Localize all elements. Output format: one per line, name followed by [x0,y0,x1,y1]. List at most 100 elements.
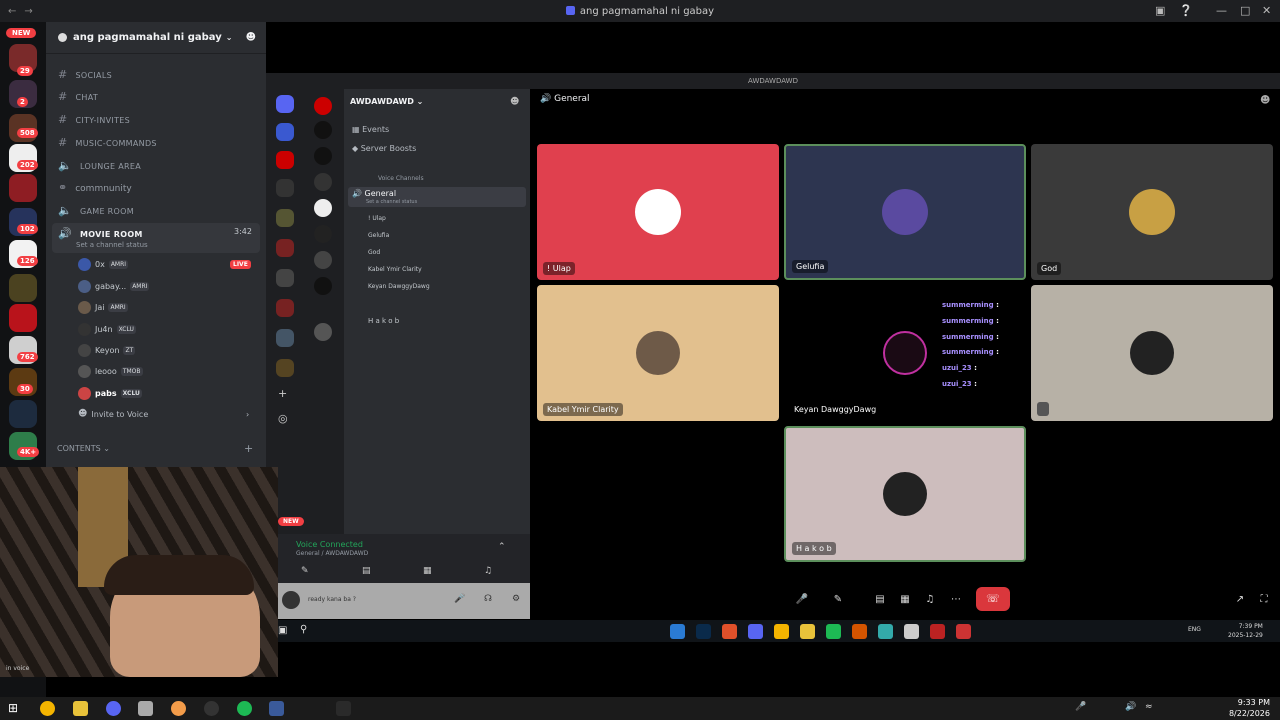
menu-events[interactable]: ▦ Events [352,125,389,134]
server-icon[interactable] [314,199,332,217]
chrome-icon[interactable] [774,624,789,639]
participant-tile[interactable]: God [1031,144,1273,280]
headphones-icon[interactable]: ☊ [484,594,492,604]
screen-share-icon[interactable]: ▤ [362,566,371,576]
channel-lounge-area[interactable]: 🔈 LOUNGE AREA [58,159,141,172]
mic-icon[interactable]: 🎤 [1075,702,1086,712]
settings-gear-icon[interactable]: ⚙ [512,594,520,604]
server-icon[interactable] [314,121,332,139]
members-icon[interactable]: ☻ [1260,95,1270,106]
voice-user[interactable]: Ju4n XCLU [78,323,136,336]
server-icon[interactable] [314,323,332,341]
app-icon[interactable] [852,624,867,639]
spotify-icon[interactable] [237,701,252,716]
edge-icon[interactable] [670,624,685,639]
camera-icon[interactable]: ✎ [301,566,309,576]
channel-game-room[interactable]: 🔈 GAME ROOM [58,204,134,217]
channel-music-commands[interactable]: # MUSIC-COMMANDS [58,136,157,149]
category-contents[interactable]: CONTENTS ⌄ [57,444,110,453]
add-server-icon[interactable]: + [278,387,287,400]
windows-start-icon[interactable]: ▣ [278,625,287,636]
discover-icon[interactable]: ◎ [278,412,288,425]
server-icon[interactable] [9,400,37,428]
app-icon[interactable] [171,701,186,716]
channel-chat[interactable]: # CHAT [58,90,98,103]
fullscreen-icon[interactable]: ⛶ [1254,591,1274,609]
server-icon[interactable] [314,97,332,115]
participant-tile[interactable] [1031,285,1273,421]
participant-tile[interactable]: Gelufia [784,144,1026,280]
app-icon[interactable] [336,701,351,716]
server-header[interactable]: ang pagmamahal ni gabay ⌄ ☻ [46,22,266,54]
server-icon[interactable] [276,123,294,141]
minimize-icon[interactable]: — [1216,4,1227,17]
voice-category[interactable]: Voice Channels [378,175,424,182]
mic-icon[interactable]: 🎤 [454,594,465,604]
voice-user[interactable]: leooo TMOB [78,365,143,378]
soundboard-icon[interactable]: ♫ [920,591,940,609]
voice-member[interactable]: God [368,249,380,256]
server-icon[interactable] [314,251,332,269]
server-icon[interactable] [314,277,332,295]
app-icon[interactable] [904,624,919,639]
channel-socials[interactable]: # SOCIALS [58,68,112,81]
inbox-icon[interactable]: ▣ [1155,4,1165,17]
brave-icon[interactable] [722,624,737,639]
popout-icon[interactable]: ↗ [1230,591,1250,609]
maximize-icon[interactable]: □ [1240,4,1250,17]
voice-member[interactable]: Keyan DawggyDawg [368,283,430,290]
menu-server-boosts[interactable]: ◆ Server Boosts [352,144,416,153]
voice-user[interactable]: pabs XCLU [78,387,142,400]
notepad-icon[interactable] [138,701,153,716]
participant-tile[interactable]: Kabel Ymir Clarity [537,285,779,421]
chrome-icon[interactable] [40,701,55,716]
discord-icon[interactable] [748,624,763,639]
add-member-icon[interactable]: ☻ [510,97,519,107]
voice-member[interactable]: Kabel Ymir Clarity [368,266,422,273]
server-icon[interactable] [276,269,294,287]
more-icon[interactable]: ⋯ [946,591,966,609]
voice-user[interactable]: Keyon ZT [78,344,136,357]
volume-icon[interactable]: 🔊 [1125,702,1136,712]
voice-user[interactable]: Jai AMRI [78,301,128,314]
app-icon[interactable] [956,624,971,639]
channel-community[interactable]: ⚭ commnunity [58,181,132,194]
server-icon[interactable] [276,359,294,377]
help-icon[interactable]: ❔ [1179,4,1193,17]
voice-member[interactable]: ! Ulap [368,215,386,222]
file-explorer-icon[interactable] [800,624,815,639]
voice-member[interactable]: Gelufia [368,232,389,239]
server-icon[interactable] [276,239,294,257]
server-icon[interactable] [276,299,294,317]
leave-call-button[interactable]: ☏ [976,587,1010,611]
taskbar-clock[interactable]: 9:33 PM 8/22/2026 [1229,697,1270,719]
photoshop-icon[interactable] [696,624,711,639]
voice-user[interactable]: 0x AMRI [78,258,129,271]
camera-icon[interactable]: ✎ [828,591,848,609]
spotify-icon[interactable] [826,624,841,639]
file-explorer-icon[interactable] [73,701,88,716]
obs-icon[interactable] [204,701,219,716]
activities-icon[interactable]: ▦ [423,566,432,576]
search-icon[interactable]: ⚲ [300,624,307,635]
voice-member[interactable]: H a k o b [368,317,399,325]
participant-tile[interactable]: H a k o b [784,426,1026,562]
invite-to-voice[interactable]: ☻ Invite to Voice › [78,409,249,419]
add-channel-icon[interactable]: + [244,442,253,455]
inner-server-name[interactable]: AWDAWDAWD ⌄ [350,97,423,106]
voice-channel-status[interactable]: Set a channel status [366,199,417,205]
wifi-icon[interactable]: ≈ [1145,702,1153,712]
close-icon[interactable]: ✕ [1262,4,1271,17]
disconnect-icon[interactable]: ⌃ [498,542,506,552]
app-icon[interactable] [878,624,893,639]
server-icon[interactable] [9,304,37,332]
server-icon[interactable] [276,329,294,347]
server-icon[interactable] [276,179,294,197]
discord-icon[interactable] [106,701,121,716]
server-icon[interactable] [314,225,332,243]
language-indicator[interactable]: ENG [1188,626,1201,633]
server-icon[interactable] [314,173,332,191]
voice-user[interactable]: gabay... AMRI [78,280,150,293]
channel-status[interactable]: Set a channel status [76,241,148,249]
windows-start-icon[interactable]: ⊞ [8,701,18,715]
